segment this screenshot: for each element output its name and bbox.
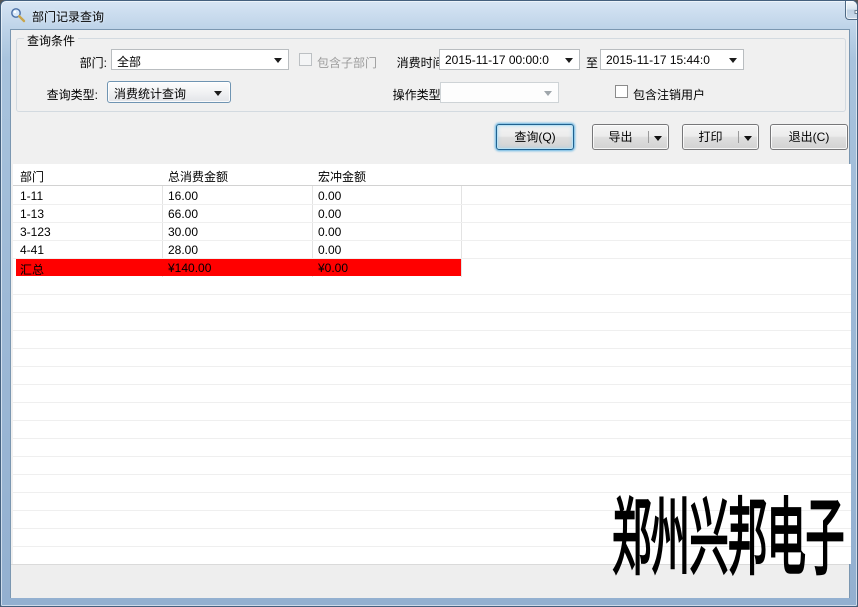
column-header-offset-amount[interactable]: 宏冲金额 xyxy=(318,168,366,185)
consume-time-label: 消费时间: xyxy=(380,54,448,71)
chevron-down-icon xyxy=(744,136,752,141)
cell-offset: 0.00 xyxy=(318,207,341,221)
cell-offset: 0.00 xyxy=(318,189,341,203)
cell-department: 1-13 xyxy=(20,207,44,221)
export-button[interactable]: 导出 xyxy=(592,124,669,150)
chevron-down-icon xyxy=(214,91,222,96)
time-to-value: 2015-11-17 15:44:0 xyxy=(606,53,724,67)
cell-department: 4-41 xyxy=(20,243,44,257)
column-header-department[interactable]: 部门 xyxy=(20,168,44,185)
chevron-down-icon xyxy=(274,58,282,63)
table-row[interactable]: 1-13 66.00 0.00 xyxy=(13,205,851,223)
cell-summary-total: ¥140.00 xyxy=(168,261,211,275)
cell-offset: 0.00 xyxy=(318,243,341,257)
print-button-label: 打印 xyxy=(683,125,738,149)
cell-total: 16.00 xyxy=(168,189,198,203)
department-combobox[interactable]: 全部 xyxy=(111,49,289,70)
exit-button[interactable]: 退出(C) xyxy=(770,124,848,150)
cell-summary-label: 汇总 xyxy=(20,261,44,278)
summary-row[interactable]: 汇总 ¥140.00 ¥0.00 xyxy=(16,259,461,276)
print-button[interactable]: 打印 xyxy=(682,124,759,150)
exit-button-label: 退出(C) xyxy=(789,125,830,149)
column-header-total-consume[interactable]: 总消费金额 xyxy=(168,168,228,185)
op-type-combobox xyxy=(440,82,559,103)
table-row[interactable]: 4-41 28.00 0.00 xyxy=(13,241,851,259)
query-type-label: 查询类型: xyxy=(32,86,98,103)
time-from-value: 2015-11-17 00:00:0 xyxy=(445,53,560,67)
vendor-watermark: 郑州兴邦电子 xyxy=(612,496,844,580)
titlebar[interactable]: 部门记录查询 xyxy=(1,1,857,29)
include-subdept-label: 包含子部门 xyxy=(317,54,377,71)
app-window: 部门记录查询 查询条件 部门: 全 xyxy=(0,0,858,607)
department-value: 全部 xyxy=(117,53,269,70)
window-title: 部门记录查询 xyxy=(32,8,104,25)
group-title: 查询条件 xyxy=(24,32,78,49)
minimize-button[interactable] xyxy=(845,1,858,20)
cell-department: 3-123 xyxy=(20,225,51,239)
query-button[interactable]: 查询(Q) xyxy=(496,124,574,150)
cell-total: 30.00 xyxy=(168,225,198,239)
department-label: 部门: xyxy=(47,54,107,71)
split-divider xyxy=(738,131,739,143)
app-icon xyxy=(10,7,26,23)
include-subdept-checkbox[interactable] xyxy=(299,53,312,66)
chevron-down-icon xyxy=(654,136,662,141)
time-from-picker[interactable]: 2015-11-17 00:00:0 xyxy=(439,49,580,70)
cell-total: 66.00 xyxy=(168,207,198,221)
split-divider xyxy=(648,131,649,143)
cell-summary-offset: ¥0.00 xyxy=(318,261,348,275)
to-label: 至 xyxy=(586,54,598,71)
export-button-label: 导出 xyxy=(593,125,648,149)
include-cancelled-label: 包含注销用户 xyxy=(633,86,705,103)
cell-offset: 0.00 xyxy=(318,225,341,239)
query-type-value: 消费统计查询 xyxy=(114,85,210,102)
table-row[interactable]: 3-123 30.00 0.00 xyxy=(13,223,851,241)
grid-header: 部门 总消费金额 宏冲金额 xyxy=(13,164,851,186)
include-cancelled-checkbox[interactable] xyxy=(615,85,628,98)
query-type-combobox[interactable]: 消费统计查询 xyxy=(107,81,231,103)
chevron-down-icon xyxy=(544,91,552,96)
chevron-down-icon xyxy=(729,58,737,63)
query-button-label: 查询(Q) xyxy=(514,125,555,149)
chevron-down-icon xyxy=(565,58,573,63)
cell-department: 1-11 xyxy=(20,189,43,203)
cell-total: 28.00 xyxy=(168,243,198,257)
op-type-label: 操作类型: xyxy=(376,86,444,103)
table-row[interactable]: 1-11 16.00 0.00 xyxy=(13,187,851,205)
time-to-picker[interactable]: 2015-11-17 15:44:0 xyxy=(600,49,744,70)
client-area: 查询条件 部门: 全部 包含子部门 消费时间: 2015-11-17 00:00… xyxy=(10,29,850,598)
